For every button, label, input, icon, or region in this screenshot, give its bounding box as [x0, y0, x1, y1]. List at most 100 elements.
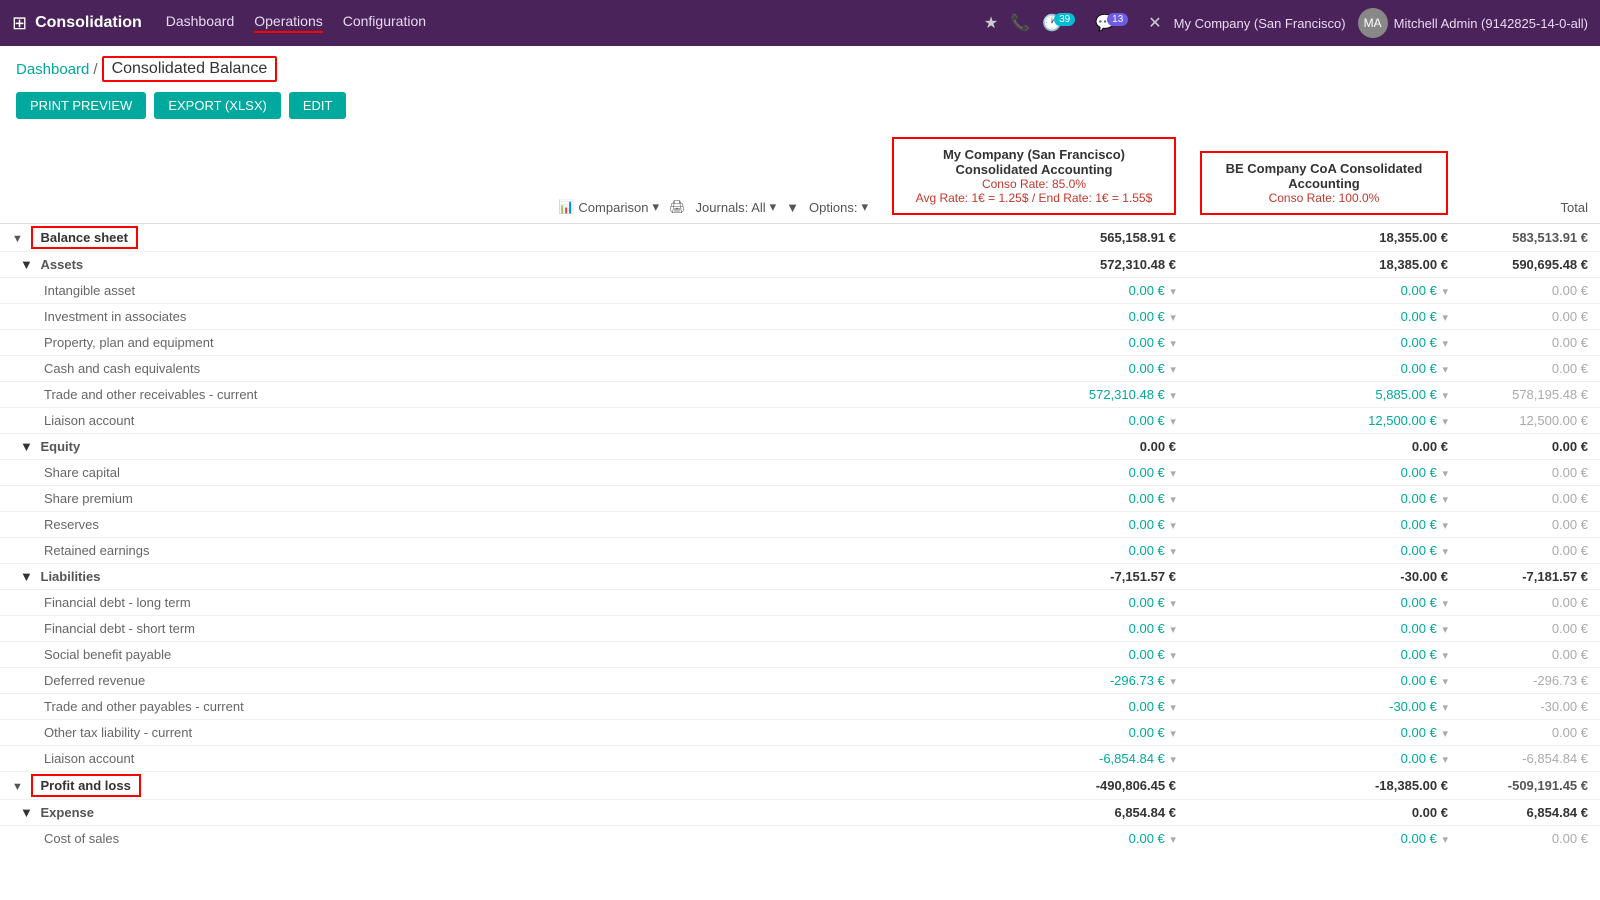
val1-dropdown-icon[interactable]: ▾ [1170, 546, 1176, 558]
edit-button[interactable]: EDIT [289, 92, 347, 119]
table-row: Liaison account 0.00 € ▾ 12,500.00 € ▾ 1… [0, 408, 1600, 434]
item-label: Share capital [0, 460, 880, 486]
collapse-icon[interactable]: ▼ [12, 233, 23, 245]
item-label: Retained earnings [0, 538, 880, 564]
val2-dropdown-icon[interactable]: ▾ [1442, 338, 1448, 350]
val2-dropdown-icon[interactable]: ▾ [1442, 468, 1448, 480]
val2-dropdown-icon[interactable]: ▾ [1442, 286, 1448, 298]
val2-dropdown-icon[interactable]: ▾ [1442, 728, 1448, 740]
val1-dropdown-icon[interactable]: ▾ [1170, 650, 1176, 662]
item-total: 0.00 € [1460, 616, 1600, 642]
val1-dropdown-icon[interactable]: ▾ [1170, 494, 1176, 506]
val1-dropdown-icon[interactable]: ▾ [1170, 312, 1176, 324]
val2-dropdown-icon[interactable]: ▾ [1442, 364, 1448, 376]
val2-dropdown-icon[interactable]: ▾ [1442, 598, 1448, 610]
section-header-balance-sheet[interactable]: ▼ Balance sheet 565,158.91 € 18,355.00 €… [0, 224, 1600, 252]
options-filter[interactable]: Options: ▾ [809, 199, 868, 215]
val1-dropdown-icon[interactable]: ▾ [1170, 520, 1176, 532]
close-icon[interactable]: ✕ [1148, 13, 1161, 33]
comparison-dropdown-icon: ▾ [653, 199, 660, 215]
val1-dropdown-icon[interactable]: ▾ [1170, 598, 1176, 610]
nav-operations[interactable]: Operations [254, 13, 322, 33]
section-total-profit-loss: -509,191.45 € [1460, 772, 1600, 800]
item-total: 0.00 € [1460, 304, 1600, 330]
table-row: Liaison account -6,854.84 € ▾ 0.00 € ▾ -… [0, 746, 1600, 772]
val1-dropdown-icon[interactable]: ▾ [1170, 338, 1176, 350]
table-row: Cash and cash equivalents 0.00 € ▾ 0.00 … [0, 356, 1600, 382]
item-val2: -30.00 € ▾ [1188, 694, 1460, 720]
item-label: Share premium [0, 486, 880, 512]
print-preview-button[interactable]: PRINT PREVIEW [16, 92, 146, 119]
breadcrumb-dashboard-link[interactable]: Dashboard [16, 61, 89, 78]
val1-dropdown-icon[interactable]: ▾ [1170, 390, 1176, 402]
item-label: Intangible asset [0, 278, 880, 304]
nav-dashboard[interactable]: Dashboard [166, 13, 235, 33]
val2-dropdown-icon[interactable]: ▾ [1442, 702, 1448, 714]
val1-dropdown-icon[interactable]: ▾ [1170, 702, 1176, 714]
val2-dropdown-icon[interactable]: ▾ [1442, 546, 1448, 558]
expand-arrow[interactable]: ▼ [20, 805, 33, 820]
expand-arrow[interactable]: ▼ [20, 569, 33, 584]
item-val2: 12,500.00 € ▾ [1188, 408, 1460, 434]
user-menu[interactable]: MA Mitchell Admin (9142825-14-0-all) [1358, 8, 1588, 38]
val2-dropdown-icon[interactable]: ▾ [1442, 754, 1448, 766]
group-label: Assets [41, 257, 84, 272]
total-col-header: Total [1460, 129, 1600, 224]
item-val2: 0.00 € ▾ [1188, 512, 1460, 538]
val2-dropdown-icon[interactable]: ▾ [1442, 416, 1448, 428]
val1-dropdown-icon[interactable]: ▾ [1170, 624, 1176, 636]
comparison-filter[interactable]: 📊 Comparison ▾ [558, 199, 659, 215]
group-row-equity[interactable]: ▼ Equity 0.00 € 0.00 € 0.00 € [0, 434, 1600, 460]
section-header-profit-loss[interactable]: ▼ Profit and loss -490,806.45 € -18,385.… [0, 772, 1600, 800]
grid-icon[interactable]: ⊞ [12, 13, 27, 34]
table-row: Reserves 0.00 € ▾ 0.00 € ▾ 0.00 € [0, 512, 1600, 538]
group-row-liabilities[interactable]: ▼ Liabilities -7,151.57 € -30.00 € -7,18… [0, 564, 1600, 590]
val1-dropdown-icon[interactable]: ▾ [1170, 676, 1176, 688]
expand-arrow[interactable]: ▼ [20, 257, 33, 272]
item-val1: 0.00 € ▾ [880, 486, 1188, 512]
item-total: 0.00 € [1460, 486, 1600, 512]
journals-filter[interactable]: Journals: All ▾ [696, 199, 777, 215]
table-row: Property, plan and equipment 0.00 € ▾ 0.… [0, 330, 1600, 356]
item-label: Trade and other payables - current [0, 694, 880, 720]
nav-configuration[interactable]: Configuration [343, 13, 426, 33]
val1-dropdown-icon[interactable]: ▾ [1170, 416, 1176, 428]
collapse-icon[interactable]: ▼ [12, 781, 23, 793]
clock-icon[interactable]: 🕐39 [1042, 13, 1083, 33]
val2-dropdown-icon[interactable]: ▾ [1442, 494, 1448, 506]
val1-dropdown-icon[interactable]: ▾ [1170, 286, 1176, 298]
val1-dropdown-icon[interactable]: ▾ [1170, 468, 1176, 480]
val2-dropdown-icon[interactable]: ▾ [1442, 650, 1448, 662]
item-val1: 0.00 € ▾ [880, 278, 1188, 304]
item-val1: 0.00 € ▾ [880, 538, 1188, 564]
val1-dropdown-icon[interactable]: ▾ [1170, 834, 1176, 846]
val2-dropdown-icon[interactable]: ▾ [1442, 624, 1448, 636]
val2-dropdown-icon[interactable]: ▾ [1442, 312, 1448, 324]
star-icon[interactable]: ★ [984, 13, 998, 33]
item-label: Social benefit payable [0, 642, 880, 668]
val1-dropdown-icon[interactable]: ▾ [1170, 364, 1176, 376]
val2-dropdown-icon[interactable]: ▾ [1442, 834, 1448, 846]
val1-dropdown-icon[interactable]: ▾ [1170, 728, 1176, 740]
group-label: Expense [41, 805, 94, 820]
chat-icon[interactable]: 💬13 [1095, 13, 1136, 33]
topnav-right: ★ 📞 🕐39 💬13 ✕ My Company (San Francisco)… [984, 8, 1588, 38]
breadcrumb: Dashboard / Consolidated Balance [0, 46, 1600, 86]
expand-arrow[interactable]: ▼ [20, 439, 33, 454]
group-row-assets[interactable]: ▼ Assets 572,310.48 € 18,385.00 € 590,69… [0, 252, 1600, 278]
val2-dropdown-icon[interactable]: ▾ [1442, 390, 1448, 402]
val1-dropdown-icon[interactable]: ▾ [1170, 754, 1176, 766]
print-icon[interactable]: 🖨 [669, 199, 686, 215]
group-val1: 6,854.84 € [880, 800, 1188, 826]
item-val1: 0.00 € ▾ [880, 642, 1188, 668]
item-val1: 0.00 € ▾ [880, 512, 1188, 538]
table-row: Share premium 0.00 € ▾ 0.00 € ▾ 0.00 € [0, 486, 1600, 512]
group-row-expense[interactable]: ▼ Expense 6,854.84 € 0.00 € 6,854.84 € [0, 800, 1600, 826]
journals-dropdown-icon: ▾ [770, 199, 777, 215]
item-val1: -296.73 € ▾ [880, 668, 1188, 694]
val2-dropdown-icon[interactable]: ▾ [1442, 676, 1448, 688]
funnel-icon: ▼ [786, 200, 799, 215]
phone-icon[interactable]: 📞 [1010, 13, 1030, 33]
export-xlsx-button[interactable]: EXPORT (XLSX) [154, 92, 281, 119]
val2-dropdown-icon[interactable]: ▾ [1442, 520, 1448, 532]
